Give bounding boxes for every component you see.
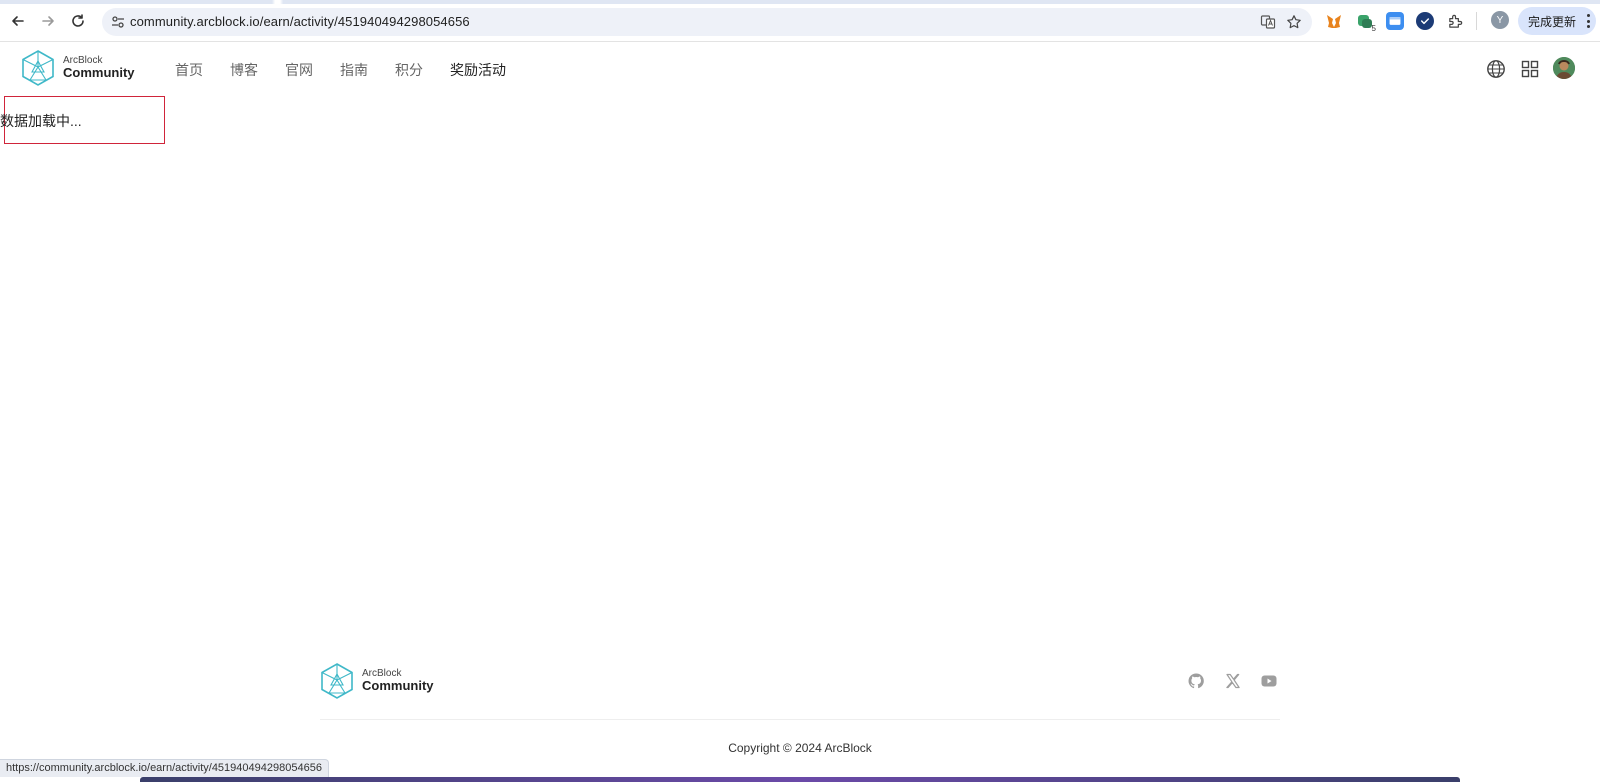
url-text[interactable]: community.arcblock.io/earn/activity/4519… [130, 14, 470, 29]
profile-avatar[interactable]: Y [1491, 11, 1509, 29]
arrow-left-icon [12, 16, 24, 26]
link-status-bar: https://community.arcblock.io/earn/activ… [0, 759, 329, 777]
nav-official-site[interactable]: 官网 [285, 60, 313, 80]
wallet-extension-icon[interactable]: 5 [1356, 12, 1376, 33]
check-extension-icon[interactable] [1416, 12, 1434, 30]
youtube-icon[interactable] [1260, 672, 1278, 690]
screenshot-extension-icon[interactable] [1386, 12, 1404, 30]
header-logo[interactable]: ArcBlock Community [21, 49, 135, 87]
nav-points[interactable]: 积分 [395, 60, 423, 80]
globe-icon[interactable] [1486, 59, 1506, 79]
toolbar-separator [1476, 12, 1477, 30]
more-vert-icon [1587, 14, 1590, 28]
address-bar[interactable]: community.arcblock.io/earn/activity/4519… [102, 8, 1312, 36]
footer-divider [320, 719, 1280, 720]
arrow-right-icon [42, 16, 54, 26]
github-icon[interactable] [1187, 672, 1205, 690]
update-button-label: 完成更新 [1528, 14, 1577, 29]
footer-logo-product-text: Community [362, 678, 434, 694]
avatar-image-icon [1553, 57, 1575, 79]
copyright-text: Copyright © 2024 ArcBlock [728, 741, 872, 755]
x-twitter-icon[interactable] [1224, 672, 1242, 690]
reload-icon [72, 14, 84, 27]
browser-toolbar: community.arcblock.io/earn/activity/4519… [0, 0, 1600, 42]
puzzle-extensions-icon[interactable] [1446, 12, 1464, 30]
loading-message: 数据加载中... [0, 113, 82, 129]
arcblock-logo-icon [321, 663, 353, 699]
tab-strip [0, 0, 1600, 4]
footer-logo[interactable]: ArcBlock Community [320, 662, 434, 700]
nav-home[interactable]: 首页 [175, 60, 203, 80]
main-nav: 首页 博客 官网 指南 积分 奖励活动 [175, 60, 533, 80]
metamask-extension-icon[interactable] [1325, 12, 1343, 30]
logo-product-text: Community [63, 65, 135, 81]
site-header: ArcBlock Community 首页 博客 官网 指南 积分 奖励活动 [0, 43, 1600, 93]
back-button[interactable] [7, 10, 29, 32]
reload-button[interactable] [67, 10, 89, 32]
arcblock-logo-icon [22, 50, 54, 86]
nav-blog[interactable]: 博客 [230, 60, 258, 80]
site-settings-icon[interactable] [110, 14, 126, 30]
update-button[interactable]: 完成更新 [1518, 7, 1596, 35]
extension-badge: 5 [1371, 24, 1376, 33]
nav-rewards-activity[interactable]: 奖励活动 [450, 60, 506, 80]
forward-button[interactable] [37, 10, 59, 32]
apps-grid-icon[interactable] [1520, 59, 1540, 79]
star-icon[interactable] [1286, 14, 1302, 30]
nav-guide[interactable]: 指南 [340, 60, 368, 80]
user-avatar[interactable] [1553, 57, 1575, 79]
translate-icon[interactable] [1260, 14, 1276, 30]
desktop-dock [140, 777, 1460, 782]
